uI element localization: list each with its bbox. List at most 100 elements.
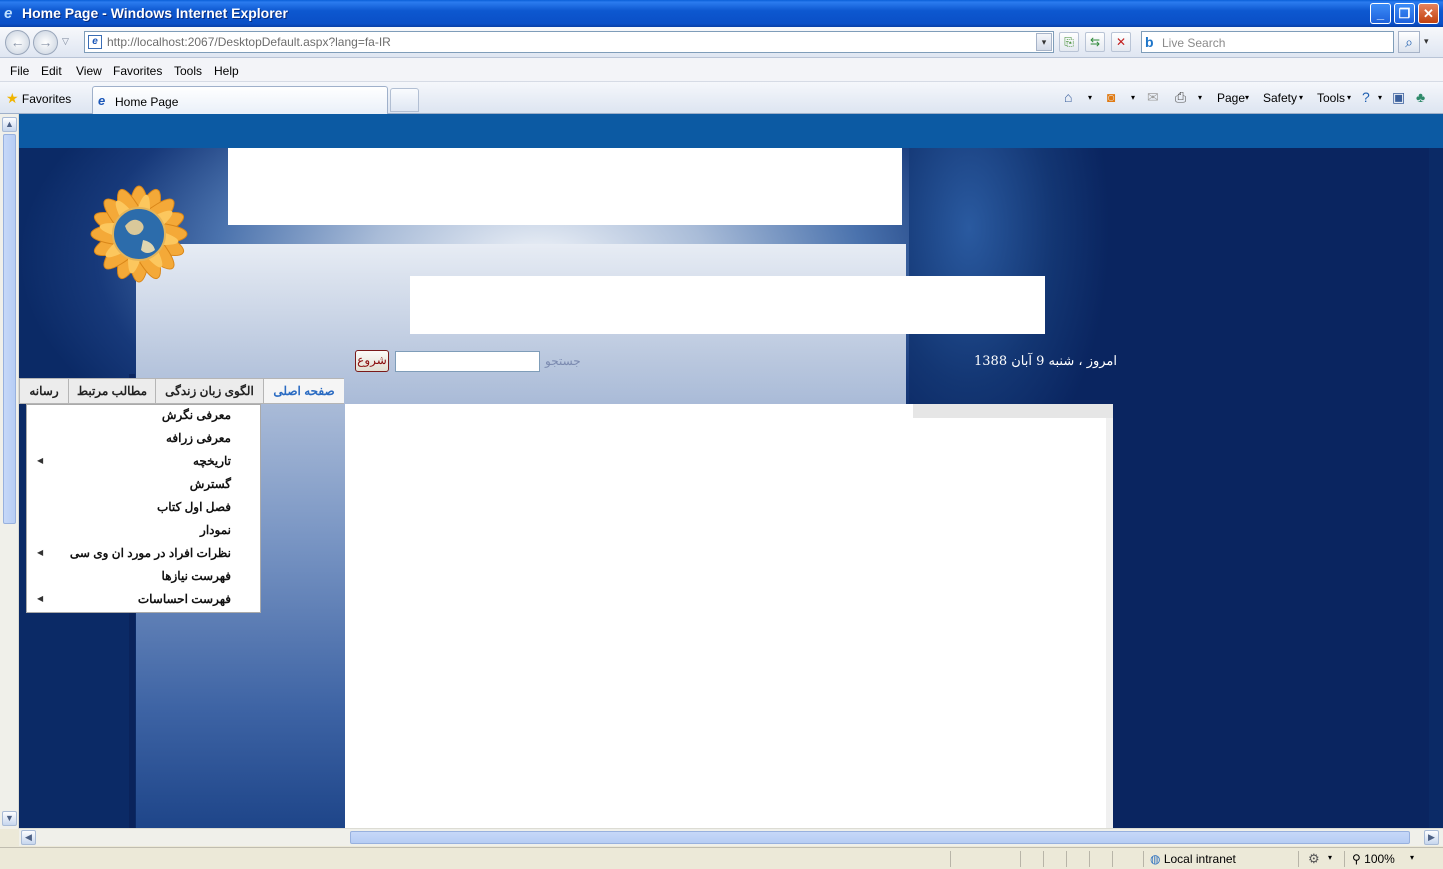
tab-label: Home Page (115, 95, 179, 109)
vertical-scrollbar[interactable]: ▲ ▼ (0, 114, 19, 829)
search-box[interactable]: b Live Search (1141, 31, 1394, 53)
dropdown-item[interactable]: فصل اول کتاب (27, 497, 262, 520)
dropdown-item[interactable]: معرفی زرافه (27, 428, 262, 451)
horizontal-scroll-thumb[interactable] (350, 831, 1410, 844)
address-dropdown-icon[interactable]: ▾ (1036, 33, 1052, 51)
favorites-button[interactable]: ★ Favorites (6, 90, 71, 107)
minimize-button[interactable]: _ (1370, 3, 1391, 24)
main-content-pane (345, 404, 1113, 828)
home-dropdown-icon[interactable]: ▾ (1088, 93, 1092, 102)
protected-mode-dropdown-icon[interactable]: ▾ (1328, 853, 1332, 862)
maximize-button[interactable]: ❐ (1394, 3, 1415, 24)
status-separator (1020, 851, 1021, 867)
feed-dropdown-icon[interactable]: ▾ (1131, 93, 1135, 102)
status-separator (1089, 851, 1090, 867)
site-nav-bar: صفحه اصلی الگوی زبان زندگی مطالب مرتبط ر… (19, 378, 344, 404)
print-icon[interactable]: ⎙ (1175, 89, 1186, 106)
home-icon[interactable]: ⌂ (1064, 89, 1072, 105)
dropdown-item[interactable]: نمودار (27, 520, 262, 543)
dropdown-item[interactable]: معرفی نگرش (27, 405, 262, 428)
menu-view[interactable]: View (76, 64, 102, 78)
security-zone-label: Local intranet (1163, 852, 1236, 866)
dropdown-item[interactable]: ◀ تاریخچه (27, 451, 262, 474)
refresh-icon[interactable]: ⇆ (1085, 32, 1105, 52)
messenger-icon[interactable]: ♣ (1416, 89, 1425, 105)
dropdown-item-label: معرفی نگرش (161, 408, 231, 422)
page-dropdown-icon[interactable]: ▾ (1245, 93, 1249, 102)
forward-button[interactable]: → (33, 30, 58, 55)
research-icon[interactable]: ▣ (1392, 89, 1405, 106)
nav-item-media[interactable]: رسانه (20, 379, 68, 403)
status-separator (1066, 851, 1067, 867)
tab-home-page[interactable]: e Home Page (92, 86, 388, 114)
menu-bar: File Edit View Favorites Tools Help (0, 58, 1443, 82)
site-search-input[interactable] (395, 351, 540, 372)
safety-dropdown-icon[interactable]: ▾ (1299, 93, 1303, 102)
menu-file[interactable]: File (10, 64, 29, 78)
menu-help[interactable]: Help (214, 64, 239, 78)
status-separator (1344, 851, 1345, 867)
nav-dropdown-menu: معرفی نگرش معرفی زرافه ◀ تاریخچه گسترش فص… (26, 404, 261, 613)
help-icon[interactable]: ? (1362, 89, 1370, 105)
dropdown-item-label: نمودار (200, 523, 231, 537)
page-menu[interactable]: Page (1217, 91, 1245, 105)
menu-edit[interactable]: Edit (41, 64, 62, 78)
mail-icon[interactable]: ✉ (1147, 89, 1159, 106)
help-dropdown-icon[interactable]: ▾ (1378, 93, 1382, 102)
stop-icon[interactable]: ✕ (1111, 32, 1131, 52)
scroll-left-icon[interactable]: ◀ (21, 830, 36, 845)
dropdown-item[interactable]: ◀ فهرست احساسات (27, 589, 262, 612)
address-url[interactable]: http://localhost:2067/DesktopDefault.asp… (107, 35, 391, 49)
web-page: امروز ، شنبه 9 آبان 1388 جستجو شروع صفحه… (19, 114, 1443, 828)
search-options-icon[interactable]: ▾ (1424, 36, 1429, 47)
scroll-down-icon[interactable]: ▼ (2, 811, 17, 826)
address-toolbar: ← → ▽ e http://localhost:2067/DesktopDef… (0, 27, 1443, 58)
menu-tools[interactable]: Tools (174, 64, 202, 78)
sub-banner-white (410, 276, 1045, 334)
menu-favorites[interactable]: Favorites (113, 64, 162, 78)
dropdown-item[interactable]: ◀ نظرات افراد در مورد ان وی سی (27, 543, 262, 566)
horizontal-scrollbar[interactable]: ◀ ▶ (19, 828, 1443, 846)
nav-item-related[interactable]: مطالب مرتبط (68, 379, 155, 403)
content-right-shade (1106, 418, 1113, 828)
zoom-level[interactable]: ⚲ 100% (1352, 852, 1395, 866)
bing-icon: b (1145, 34, 1154, 50)
zoom-icon: ⚲ (1352, 852, 1361, 866)
window-title-bar: e Home Page - Windows Internet Explorer … (0, 0, 1443, 27)
rss-feed-icon[interactable]: ◙ (1107, 89, 1115, 105)
address-bar[interactable]: e http://localhost:2067/DesktopDefault.a… (84, 31, 1054, 53)
search-icon[interactable]: ⌕ (1398, 31, 1420, 53)
zoom-dropdown-icon[interactable]: ▾ (1410, 853, 1414, 862)
nav-item-life-language[interactable]: الگوی زبان زندگی (155, 379, 263, 403)
submenu-arrow-icon: ◀ (37, 548, 44, 557)
dropdown-item[interactable]: فهرست نیازها (27, 566, 262, 589)
tools-menu[interactable]: Tools (1317, 91, 1345, 105)
intranet-globe-icon: ◍ (1150, 852, 1161, 866)
print-dropdown-icon[interactable]: ▾ (1198, 93, 1202, 102)
dropdown-item-label: فهرست احساسات (137, 592, 231, 606)
scroll-up-icon[interactable]: ▲ (2, 117, 17, 132)
new-tab-button[interactable] (390, 88, 419, 112)
sunflower-logo-icon (90, 185, 188, 283)
security-zone[interactable]: ◍ Local intranet (1150, 852, 1236, 866)
dropdown-item-label: تاریخچه (192, 454, 231, 468)
nav-item-home[interactable]: صفحه اصلی (263, 379, 344, 403)
window-title: Home Page - Windows Internet Explorer (22, 5, 288, 21)
vertical-scroll-thumb[interactable] (3, 134, 16, 524)
page-icon: e (88, 35, 102, 49)
tab-row: ★ Favorites e Home Page ⌂ ▾ ◙ ▾ ✉ ⎙ ▾ Pa… (0, 82, 1443, 114)
back-button[interactable]: ← (5, 30, 30, 55)
header-band (19, 114, 1443, 148)
safety-menu[interactable]: Safety (1263, 91, 1297, 105)
tools-dropdown-icon[interactable]: ▾ (1347, 93, 1351, 102)
submenu-arrow-icon: ◀ (37, 456, 44, 465)
compatibility-icon[interactable]: ⎘ (1059, 32, 1079, 52)
history-dropdown-icon[interactable]: ▽ (62, 36, 69, 47)
site-search-button[interactable]: شروع (355, 350, 389, 372)
status-separator (1298, 851, 1299, 867)
scroll-right-icon[interactable]: ▶ (1424, 830, 1439, 845)
protected-mode-icon[interactable]: ⚙ (1308, 851, 1320, 867)
dropdown-item[interactable]: گسترش (27, 474, 262, 497)
close-button[interactable]: ✕ (1418, 3, 1439, 24)
status-separator (1043, 851, 1044, 867)
